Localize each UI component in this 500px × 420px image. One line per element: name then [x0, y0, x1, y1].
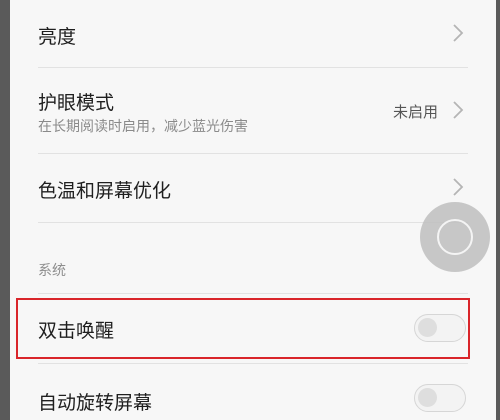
chevron-right-icon — [453, 101, 464, 119]
assistive-touch-ring — [437, 219, 473, 255]
setting-title-brightness: 亮度 — [38, 26, 77, 48]
toggle-knob — [418, 388, 437, 407]
chevron-right-icon — [453, 24, 464, 42]
setting-row-brightness[interactable]: 亮度 — [10, 0, 496, 66]
section-label-system: 系统 — [38, 263, 66, 279]
chevron-right-icon — [453, 178, 464, 196]
setting-row-eye-protection[interactable]: 护眼模式 在长期阅读时启用，减少蓝光伤害 未启用 — [10, 68, 496, 154]
setting-value-eye-protection: 未启用 — [392, 103, 438, 121]
setting-title-eye-protection: 护眼模式 — [38, 92, 115, 114]
setting-row-color-temperature[interactable]: 色温和屏幕优化 — [10, 154, 496, 222]
highlight-box — [16, 298, 470, 359]
screen: 亮度 护眼模式 在长期阅读时启用，减少蓝光伤害 未启用 色温和屏幕优化 系统 双… — [0, 0, 500, 420]
setting-title-color-temperature: 色温和屏幕优化 — [38, 180, 172, 202]
auto-rotate-toggle[interactable] — [414, 384, 466, 412]
setting-title-auto-rotate: 自动旋转屏幕 — [38, 392, 153, 414]
divider — [38, 222, 468, 223]
setting-row-auto-rotate[interactable]: 自动旋转屏幕 — [10, 364, 496, 420]
assistive-touch-icon[interactable] — [420, 202, 490, 272]
setting-subtitle-eye-protection: 在长期阅读时启用，减少蓝光伤害 — [38, 119, 248, 135]
